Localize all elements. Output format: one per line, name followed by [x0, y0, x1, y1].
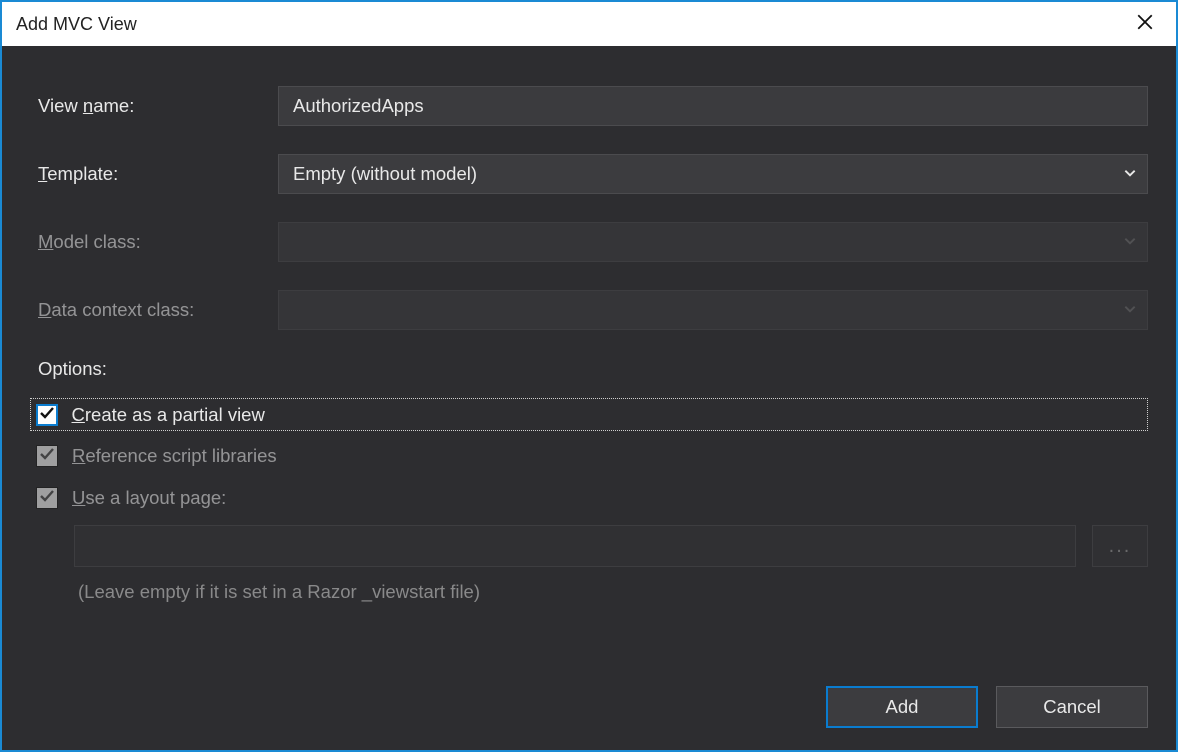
model-class-dropdown: [278, 222, 1148, 262]
titlebar: Add MVC View: [2, 2, 1176, 46]
checkbox-row-reference-scripts: Reference script libraries: [30, 439, 1148, 473]
label-template: Template:: [30, 163, 278, 185]
layout-hint: (Leave empty if it is set in a Razor _vi…: [78, 581, 1148, 603]
layout-path-input: [74, 525, 1076, 567]
close-button[interactable]: [1122, 6, 1168, 42]
label-model-class: Model class:: [30, 231, 278, 253]
checkbox-row-use-layout: Use a layout page:: [30, 481, 1148, 515]
close-icon: [1136, 13, 1154, 36]
checkmark-icon: [39, 487, 55, 509]
checkbox-row-partial-view[interactable]: Create as a partial view: [30, 398, 1148, 431]
row-layout-path: ...: [74, 525, 1148, 567]
dialog-body: View name: AuthorizedApps Template: Empt…: [2, 46, 1176, 750]
checkbox-label: Use a layout page:: [72, 487, 226, 509]
label-data-context: Data context class:: [30, 299, 278, 321]
row-template: Template: Empty (without model): [30, 154, 1148, 194]
checkbox-label: Create as a partial view: [72, 404, 265, 426]
add-button[interactable]: Add: [826, 686, 978, 728]
template-dropdown[interactable]: Empty (without model): [278, 154, 1148, 194]
checkbox-reference-scripts: [36, 445, 58, 467]
row-data-context: Data context class:: [30, 290, 1148, 330]
label-view-name: View name:: [30, 95, 278, 117]
chevron-down-icon: [1123, 231, 1137, 253]
checkbox-label: Reference script libraries: [72, 445, 277, 467]
chevron-down-icon: [1123, 163, 1137, 185]
checkmark-icon: [39, 404, 55, 426]
chevron-down-icon: [1123, 299, 1137, 321]
window-title: Add MVC View: [16, 14, 137, 35]
dialog-footer: Add Cancel: [826, 686, 1148, 728]
checkbox-partial-view[interactable]: [36, 404, 58, 426]
checkmark-icon: [39, 445, 55, 467]
data-context-dropdown: [278, 290, 1148, 330]
row-model-class: Model class:: [30, 222, 1148, 262]
options-heading: Options:: [30, 358, 1148, 380]
view-name-input[interactable]: AuthorizedApps: [278, 86, 1148, 126]
cancel-button[interactable]: Cancel: [996, 686, 1148, 728]
checkbox-use-layout: [36, 487, 58, 509]
browse-button: ...: [1092, 525, 1148, 567]
row-view-name: View name: AuthorizedApps: [30, 86, 1148, 126]
